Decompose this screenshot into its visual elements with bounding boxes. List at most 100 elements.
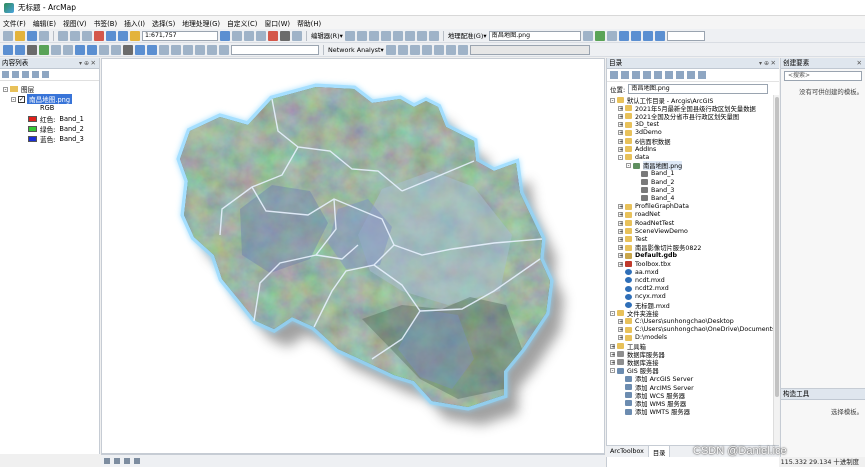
disconnect-folder-icon[interactable] (665, 71, 673, 79)
edit-tool-icon[interactable] (344, 30, 355, 41)
layer-combo[interactable] (231, 44, 319, 55)
na-layer-combo[interactable] (469, 44, 590, 55)
magnifier-icon[interactable] (654, 30, 665, 41)
na-select-icon[interactable] (409, 44, 420, 55)
catalog-tree-item[interactable]: + C:\Users\sunhongchao\OneDrive\Documents (618, 326, 773, 334)
expand-icon[interactable]: + (618, 122, 623, 128)
georef-layer-combo[interactable]: 南昌地图.png (488, 30, 581, 41)
catalog-tree-item[interactable]: Band_1 (634, 170, 674, 178)
save-icon[interactable] (27, 30, 37, 41)
collapse-icon[interactable]: - (610, 310, 615, 316)
rotate-georef-icon[interactable] (582, 30, 593, 41)
editor-menu[interactable]: 编辑器(R)▾ (311, 31, 343, 40)
add-data-icon[interactable] (130, 30, 140, 41)
catalog-tree-item[interactable]: + SceneViewDemo (618, 227, 688, 235)
catalog-tree-item[interactable]: Band_2 (634, 178, 674, 186)
expand-icon[interactable]: + (618, 212, 623, 218)
back-icon[interactable] (610, 71, 618, 79)
catalog-tree-item[interactable]: + AddIns (618, 145, 656, 153)
close-icon[interactable]: ✕ (91, 58, 96, 69)
catalog-tree-item[interactable]: + ProfileGraphData (618, 203, 689, 211)
menu-help[interactable]: 帮助(H) (297, 18, 321, 28)
fixed-zoom-out-icon[interactable] (63, 44, 73, 55)
expand-icon[interactable]: + (618, 335, 623, 341)
paste-icon[interactable] (82, 30, 92, 41)
options-icon[interactable] (698, 71, 706, 79)
menu-customize[interactable]: 自定义(C) (227, 18, 257, 28)
expand-icon[interactable]: + (618, 236, 623, 242)
split-icon[interactable] (392, 30, 403, 41)
edit-vertices-icon[interactable] (356, 30, 367, 41)
catalog-tree-item[interactable]: + RoadNetTest (618, 219, 674, 227)
add-control-points-icon[interactable] (594, 30, 605, 41)
expand-icon[interactable]: + (618, 146, 623, 152)
zoom-out-icon[interactable] (15, 44, 25, 55)
up-icon[interactable] (643, 71, 651, 79)
collapse-icon[interactable]: - (610, 97, 615, 103)
forward-icon[interactable] (621, 71, 629, 79)
menu-windows[interactable]: 窗口(W) (264, 18, 290, 28)
map-canvas[interactable] (102, 59, 606, 455)
full-extent-icon[interactable] (39, 44, 49, 55)
select-elements-icon[interactable] (123, 44, 133, 55)
list-by-selection-icon[interactable] (32, 71, 39, 78)
catalog-tree-item[interactable]: + 南昌影像切片服务0822 (618, 244, 701, 252)
catalog-icon[interactable] (244, 30, 254, 41)
expand-icon[interactable]: + (618, 327, 623, 333)
catalog-tree-item[interactable]: 添加 WMTS 服务器 (618, 408, 690, 416)
catalog-tree-item[interactable]: + Toolbox.tbx (618, 260, 671, 268)
catalog-tree-item[interactable]: Band_3 (634, 186, 674, 194)
redo-icon[interactable] (118, 30, 128, 41)
toc-layer-name[interactable]: 南昌地图.png (27, 94, 73, 104)
undo-icon[interactable] (106, 30, 116, 41)
pause-drawing-icon[interactable] (134, 458, 140, 464)
html-popup-icon[interactable] (159, 44, 169, 55)
catalog-tree-item[interactable]: Band_4 (634, 194, 674, 202)
find-icon[interactable] (183, 44, 193, 55)
menu-bookmarks[interactable]: 书签(B) (94, 18, 118, 28)
connect-folder-icon[interactable] (654, 71, 662, 79)
find-route-icon[interactable] (195, 44, 205, 55)
layer-visibility-checkbox[interactable]: ✓ (18, 95, 25, 103)
na-solve-icon[interactable] (433, 44, 444, 55)
catalog-tree-item[interactable]: + Default.gdb (618, 252, 677, 260)
catalog-tree-item[interactable]: ncdt.mxd (618, 276, 665, 284)
layout-view-icon[interactable] (104, 458, 110, 464)
menu-view[interactable]: 视图(V) (63, 18, 87, 28)
toc-layers-group[interactable]: - 图层 (3, 84, 34, 94)
view-link-table-icon[interactable] (606, 30, 617, 41)
expand-icon[interactable]: + (618, 261, 623, 267)
catalog-tree-item[interactable]: - 南昌地图.png (626, 161, 683, 171)
time-slider-icon[interactable] (219, 44, 229, 55)
catalog-tree-item[interactable]: - 文件夹连接 (610, 309, 658, 318)
expand-icon[interactable]: + (618, 220, 623, 226)
views-icon[interactable] (676, 71, 684, 79)
open-icon[interactable] (15, 30, 25, 41)
menu-edit[interactable]: 编辑(E) (33, 18, 56, 28)
expand-icon[interactable]: + (610, 343, 615, 349)
catalog-tree-item[interactable]: ncdt2.mxd (618, 285, 669, 293)
collapse-icon[interactable]: - (610, 368, 615, 374)
template-search-input[interactable]: <搜索> (784, 71, 862, 81)
goto-xy-icon[interactable] (207, 44, 217, 55)
cut-polygon-icon[interactable] (380, 30, 391, 41)
menu-selection[interactable]: 选择(S) (152, 18, 175, 28)
fixed-zoom-in-icon[interactable] (51, 44, 61, 55)
catalog-scrollbar[interactable] (773, 95, 779, 445)
na-move-icon[interactable] (421, 44, 432, 55)
python-icon[interactable] (280, 30, 290, 41)
expand-icon[interactable]: + (618, 113, 623, 119)
pin-icon[interactable]: ▾ ⊕ (79, 58, 89, 69)
select-features-icon[interactable] (99, 44, 109, 55)
toc-icon[interactable] (232, 30, 242, 41)
pan-icon[interactable] (27, 44, 37, 55)
network-analyst-menu[interactable]: Network Analyst▾ (328, 46, 384, 54)
scale-combo[interactable]: 1:671,757 (142, 30, 218, 41)
cut-icon[interactable] (58, 30, 68, 41)
catalog-tree-item[interactable]: + C:\Users\sunhongchao\Desktop (618, 317, 734, 325)
na-new-icon[interactable] (385, 44, 396, 55)
menu-file[interactable]: 文件(F) (3, 18, 26, 28)
location-combo[interactable]: 南昌地图.png (628, 83, 769, 94)
collapse-icon[interactable]: - (626, 163, 631, 169)
zoom-in-icon[interactable] (3, 44, 13, 55)
